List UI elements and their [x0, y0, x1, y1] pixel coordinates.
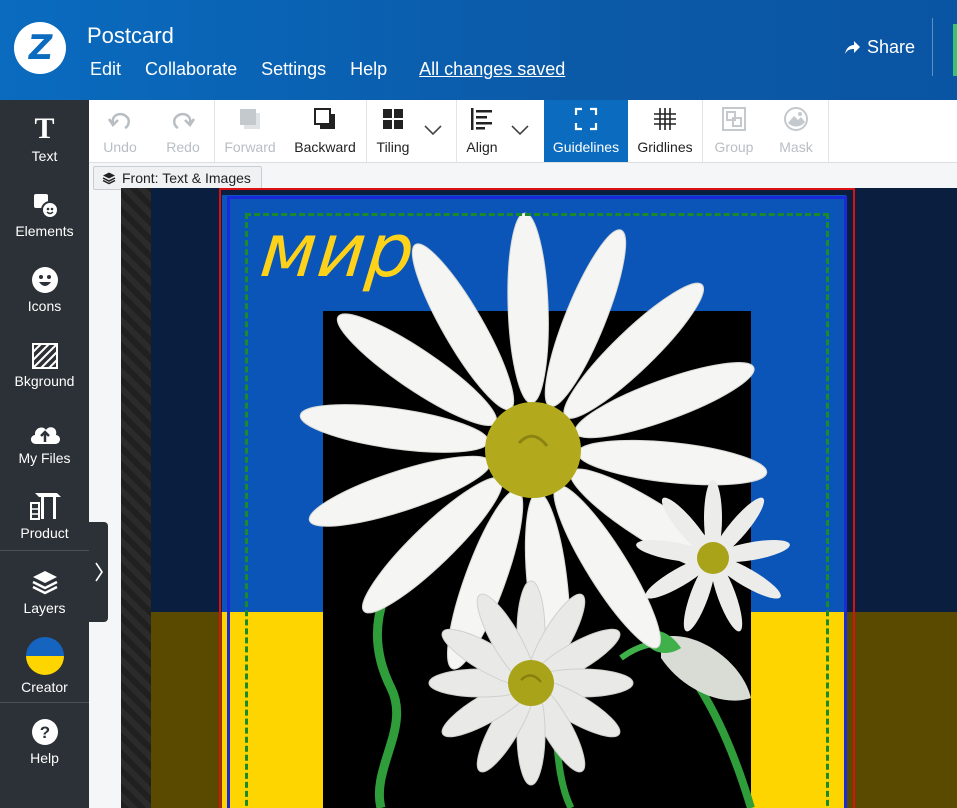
toolbar-divider — [366, 100, 367, 162]
tiling-icon — [383, 109, 403, 129]
toolbar-divider — [702, 100, 703, 162]
save-status-link[interactable]: All changes saved — [419, 59, 565, 80]
smiley-icon — [31, 267, 58, 293]
align-dropdown-chevron-icon[interactable] — [510, 120, 530, 140]
header-divider — [932, 18, 933, 76]
left-sidebar: T Text Elements Icons Bkground My Files … — [0, 100, 89, 808]
backward-button[interactable]: Backward — [293, 100, 357, 162]
share-label: Share — [867, 37, 916, 57]
chevron-right-icon — [94, 562, 103, 582]
sidebar-item-label: Text — [31, 148, 58, 164]
undo-icon — [107, 112, 130, 130]
bring-forward-icon — [240, 109, 260, 129]
align-left-icon — [471, 108, 492, 130]
sidebar-item-label: Creator — [21, 679, 68, 695]
text-icon: T — [34, 112, 55, 145]
sidebar-item-text[interactable]: T Text — [0, 110, 89, 182]
sidebar-item-help[interactable]: ? Help — [0, 712, 89, 784]
active-layer-label: Front: Text & Images — [122, 170, 251, 186]
mask-button[interactable]: Mask — [777, 100, 815, 162]
edit-toolbar: Undo Redo Forward Backward Tiling Align … — [89, 100, 957, 163]
mask-icon — [784, 107, 808, 131]
order-button-edge[interactable] — [953, 24, 957, 76]
guidelines-label: Guidelines — [552, 139, 620, 155]
sidebar-item-label: Elements — [15, 223, 74, 239]
app-header: Z Postcard Edit Collaborate Settings Hel… — [0, 0, 957, 100]
upload-cloud-icon — [30, 427, 60, 444]
sidebar-expand-tab[interactable] — [89, 522, 108, 622]
sidebar-item-label: Bkground — [14, 373, 75, 389]
group-button[interactable]: Group — [714, 100, 754, 162]
undo-button[interactable]: Undo — [97, 100, 143, 162]
group-icon — [722, 107, 746, 131]
undo-label: Undo — [103, 139, 137, 155]
sidebar-item-label: Product — [20, 525, 69, 541]
mask-label: Mask — [779, 139, 813, 155]
align-label: Align — [466, 139, 498, 155]
sidebar-item-label: My Files — [18, 450, 71, 466]
sidebar-item-label: Icons — [27, 298, 62, 314]
elements-icon — [33, 194, 59, 219]
sidebar-item-elements[interactable]: Elements — [0, 185, 89, 257]
sidebar-divider — [0, 702, 89, 703]
group-label: Group — [714, 139, 754, 155]
svg-text:?: ? — [39, 723, 49, 742]
menu-edit[interactable]: Edit — [90, 59, 121, 80]
toolbar-divider — [456, 100, 457, 162]
share-button[interactable]: Share — [843, 37, 915, 58]
sidebar-item-label: Layers — [23, 600, 66, 616]
send-backward-icon — [314, 108, 335, 129]
layers-icon — [102, 172, 116, 185]
sidebar-item-product[interactable]: Product — [0, 487, 89, 559]
creator-avatar — [25, 637, 64, 675]
forward-button[interactable]: Forward — [223, 100, 277, 162]
gridlines-button[interactable]: Gridlines — [637, 100, 693, 162]
share-arrow-icon — [845, 40, 860, 54]
background-icon — [31, 343, 58, 369]
main-menu: Edit Collaborate Settings Help All chang… — [90, 59, 589, 80]
redo-label: Redo — [166, 139, 200, 155]
sidebar-divider — [0, 550, 89, 551]
app-logo[interactable]: Z — [14, 22, 66, 74]
menu-help[interactable]: Help — [350, 59, 387, 80]
redo-button[interactable]: Redo — [161, 100, 205, 162]
sidebar-item-background[interactable]: Bkground — [0, 335, 89, 407]
active-layer-chip[interactable]: Front: Text & Images — [93, 166, 262, 190]
align-button[interactable]: Align — [464, 100, 500, 162]
tiling-dropdown-chevron-icon[interactable] — [423, 120, 443, 140]
toolbar-divider — [214, 100, 215, 162]
help-icon: ? — [31, 719, 58, 745]
sidebar-item-creator[interactable]: Creator — [0, 635, 89, 707]
menu-settings[interactable]: Settings — [261, 59, 326, 80]
gridlines-label: Gridlines — [637, 139, 693, 155]
sidebar-item-icons[interactable]: Icons — [0, 260, 89, 332]
tiling-label: Tiling — [376, 139, 410, 155]
guidelines-button[interactable]: Guidelines — [544, 100, 628, 162]
document-title[interactable]: Postcard — [87, 23, 174, 49]
forward-label: Forward — [224, 139, 276, 155]
sidebar-item-my-files[interactable]: My Files — [0, 412, 89, 484]
sidebar-item-label: Help — [30, 750, 59, 766]
layers-icon — [31, 571, 58, 595]
gridlines-icon — [654, 108, 676, 130]
product-icon — [29, 493, 61, 520]
safety-line — [245, 213, 829, 808]
redo-icon — [173, 112, 196, 130]
sidebar-item-layers[interactable]: Layers — [0, 562, 89, 634]
guidelines-icon — [574, 107, 598, 131]
menu-collaborate[interactable]: Collaborate — [145, 59, 237, 80]
tiling-button[interactable]: Tiling — [374, 100, 412, 162]
backward-label: Backward — [294, 139, 356, 155]
toolbar-divider — [828, 100, 829, 162]
logo-letter: Z — [24, 28, 56, 68]
design-canvas[interactable]: мир — [121, 188, 957, 808]
